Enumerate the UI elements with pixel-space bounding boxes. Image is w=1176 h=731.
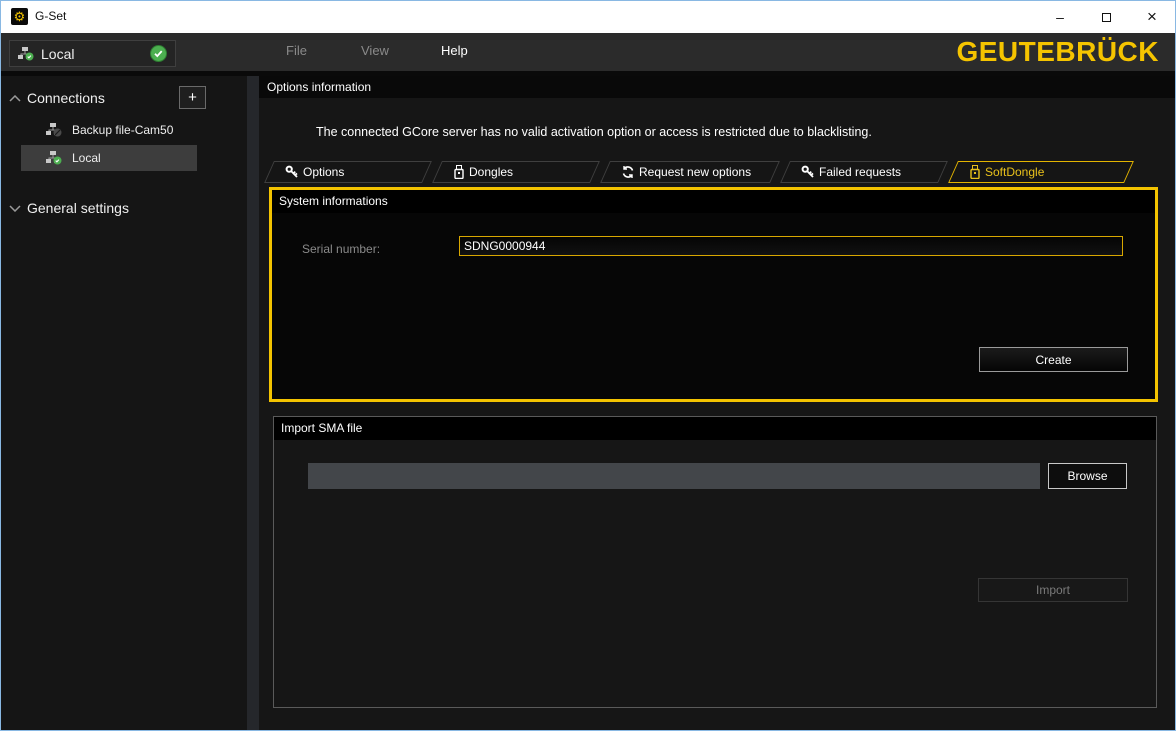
page-title: Options information <box>259 76 1175 98</box>
dongle-icon <box>453 165 465 179</box>
connection-item-local[interactable]: Local <box>1 144 209 172</box>
page-header: Options information <box>259 76 1175 98</box>
key-icon <box>801 165 815 179</box>
tab-label: SoftDongle <box>985 165 1044 179</box>
menu-view[interactable]: View <box>361 43 389 58</box>
sidebar-section-connections[interactable]: Connections <box>1 86 247 110</box>
close-icon: × <box>1147 7 1157 27</box>
connection-item-backup[interactable]: Backup file-Cam50 <box>1 116 209 144</box>
menu-help[interactable]: Help <box>441 43 468 58</box>
activation-warning-text: The connected GCore server has no valid … <box>316 125 872 139</box>
create-button[interactable]: Create <box>979 347 1128 372</box>
system-informations-panel: System informations Serial number: Creat… <box>269 187 1158 402</box>
dongle-icon <box>969 165 981 179</box>
sidebar-scrollbar[interactable] <box>247 76 259 730</box>
tab-label: Failed requests <box>819 165 901 179</box>
tab-bar: Options Dongles <box>269 161 1129 183</box>
minimize-icon: – <box>1056 12 1064 22</box>
general-settings-section-label: General settings <box>27 200 129 216</box>
connection-selector[interactable]: Local <box>9 40 176 67</box>
maximize-button[interactable] <box>1083 1 1129 33</box>
tab-request-new-options[interactable]: Request new options <box>605 161 775 183</box>
sma-file-path-input[interactable] <box>308 463 1040 489</box>
network-connection-online-icon <box>46 151 62 165</box>
key-icon <box>285 165 299 179</box>
connection-item-label: Local <box>72 151 101 165</box>
connected-status-icon <box>150 45 167 62</box>
panel-header: Import SMA file <box>274 417 1156 440</box>
maximize-icon <box>1102 13 1111 22</box>
add-connection-button[interactable]: + <box>179 86 206 109</box>
connections-list: Backup file-Cam50 Local <box>1 116 209 172</box>
top-bar: Local File View Help GEUTEBRÜCK <box>1 33 1175 71</box>
import-button: Import <box>978 578 1128 602</box>
panel-header: System informations <box>272 190 1155 213</box>
tab-dongles[interactable]: Dongles <box>437 161 595 183</box>
sidebar: Connections + Backup file-Cam50 <box>1 76 247 730</box>
serial-number-input[interactable] <box>459 236 1123 256</box>
connection-item-label: Backup file-Cam50 <box>72 123 173 137</box>
chevron-down-icon <box>9 205 21 212</box>
tab-label: Dongles <box>469 165 513 179</box>
chevron-up-icon <box>9 95 21 102</box>
main-content: Options information The connected GCore … <box>259 76 1175 730</box>
window-title: G-Set <box>35 9 66 23</box>
serial-number-label: Serial number: <box>302 242 380 256</box>
panel-title: Import SMA file <box>274 417 1156 440</box>
brand-logo: GEUTEBRÜCK <box>956 36 1159 68</box>
app-gear-icon: ⚙ <box>11 8 28 25</box>
tab-label: Options <box>303 165 344 179</box>
connections-section-label: Connections <box>27 90 105 106</box>
import-sma-panel: Import SMA file Browse Import <box>273 416 1157 708</box>
app-window: ⚙ G-Set – × Local File View H <box>0 0 1176 731</box>
tab-failed-requests[interactable]: Failed requests <box>785 161 943 183</box>
network-connection-offline-icon <box>46 123 62 137</box>
panel-title: System informations <box>272 190 1155 213</box>
sidebar-section-general-settings[interactable]: General settings <box>1 196 247 220</box>
network-connection-icon <box>18 47 34 61</box>
title-bar: ⚙ G-Set – × <box>1 1 1175 33</box>
browse-button[interactable]: Browse <box>1048 463 1127 489</box>
tab-options[interactable]: Options <box>269 161 427 183</box>
minimize-button[interactable]: – <box>1037 1 1083 33</box>
connection-selector-value: Local <box>41 46 150 62</box>
tab-label: Request new options <box>639 165 751 179</box>
menu-file[interactable]: File <box>286 43 307 58</box>
request-refresh-icon <box>621 165 635 179</box>
tab-softdongle[interactable]: SoftDongle <box>953 161 1129 183</box>
close-button[interactable]: × <box>1129 1 1175 33</box>
